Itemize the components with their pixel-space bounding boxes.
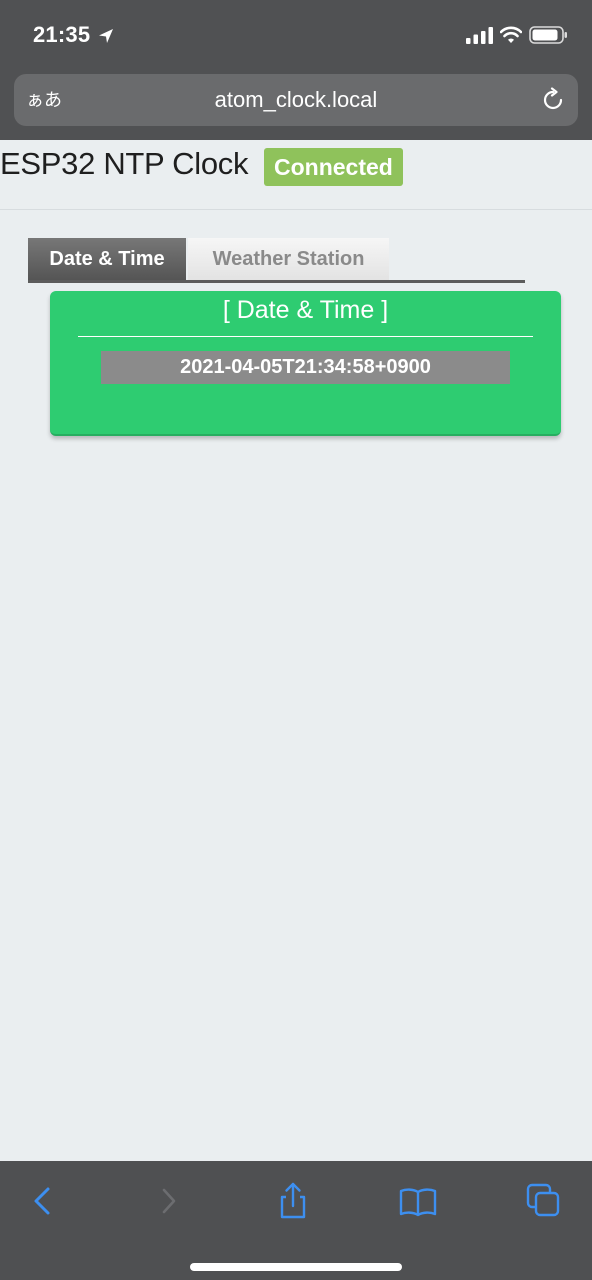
battery-icon bbox=[529, 26, 567, 44]
url-text[interactable]: atom_clock.local bbox=[14, 86, 578, 114]
panel-divider bbox=[78, 336, 533, 337]
panel-title: [ Date & Time ] bbox=[222, 296, 389, 324]
tabs-icon[interactable] bbox=[524, 1181, 564, 1221]
bookmarks-icon[interactable] bbox=[398, 1181, 438, 1221]
cellular-signal-icon bbox=[466, 27, 493, 44]
connection-status-badge: Connected bbox=[264, 148, 403, 186]
forward-icon[interactable] bbox=[149, 1181, 189, 1221]
tab-bar: Date & Time Weather Station bbox=[28, 238, 525, 283]
tab-weather-station[interactable]: Weather Station bbox=[188, 238, 389, 280]
page-header: ESP32 NTP Clock Connected bbox=[0, 140, 592, 210]
wifi-icon bbox=[500, 26, 522, 43]
home-indicator bbox=[190, 1263, 402, 1271]
datetime-display: 2021-04-05T21:34:58+0900 bbox=[101, 351, 510, 384]
reload-icon[interactable] bbox=[540, 87, 566, 113]
status-time: 21:35 bbox=[33, 22, 91, 47]
page-title: ESP32 NTP Clock bbox=[0, 146, 249, 181]
address-bar[interactable]: ぁあ atom_clock.local bbox=[14, 74, 578, 126]
browser-top-bar: 21:35 ぁあ atom_clock.local bbox=[0, 0, 592, 140]
share-icon[interactable] bbox=[273, 1181, 313, 1221]
tab-date-time[interactable]: Date & Time bbox=[28, 238, 186, 280]
location-arrow-icon bbox=[99, 29, 113, 43]
bottom-toolbar bbox=[0, 1161, 592, 1280]
back-icon[interactable] bbox=[22, 1181, 62, 1221]
date-time-panel: [ Date & Time ] 2021-04-05T21:34:58+0900 bbox=[50, 291, 561, 436]
